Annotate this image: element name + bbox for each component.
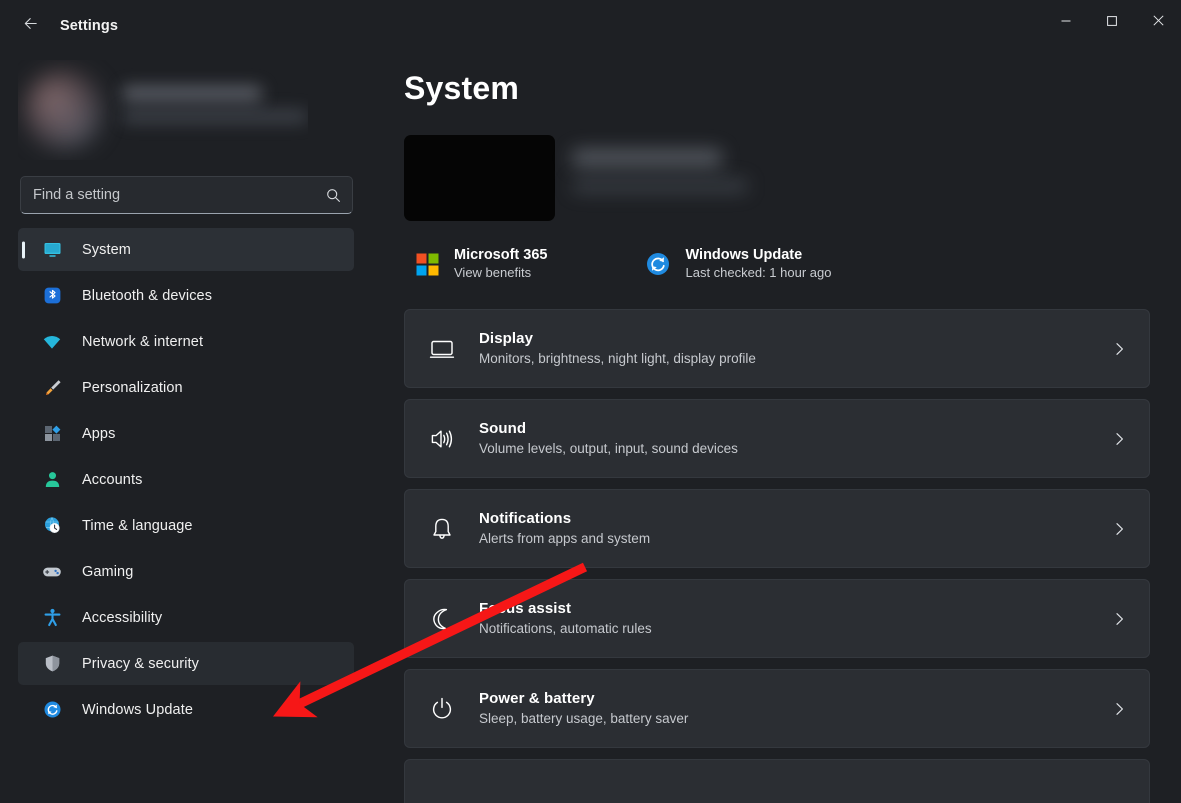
- sidebar-item-label: System: [82, 241, 131, 258]
- sidebar-item-label: Gaming: [82, 563, 134, 580]
- clock-globe-icon: [42, 516, 62, 536]
- sidebar-item-personalization[interactable]: Personalization: [18, 366, 354, 409]
- minimize-icon: [1060, 14, 1072, 32]
- device-name-blurred: [572, 149, 722, 167]
- settings-card-subtitle: Notifications, automatic rules: [479, 621, 652, 636]
- maximize-icon: [1106, 14, 1118, 32]
- sidebar-item-privacy-security[interactable]: Privacy & security: [18, 642, 354, 685]
- search-icon[interactable]: [314, 177, 352, 213]
- sidebar-item-label: Personalization: [82, 379, 183, 396]
- sidebar-item-time-language[interactable]: Time & language: [18, 504, 354, 547]
- user-profile-redacted[interactable]: [18, 60, 308, 160]
- settings-card-sound[interactable]: Sound Volume levels, output, input, soun…: [404, 399, 1150, 478]
- microsoft-logo-icon: [412, 249, 442, 279]
- app-title: Settings: [60, 18, 118, 34]
- monitor-icon: [42, 240, 62, 260]
- settings-window: Settings Find a setting System Bluetooth…: [0, 0, 1181, 803]
- sidebar-item-windows-update[interactable]: Windows Update: [18, 688, 354, 731]
- bluetooth-icon: [42, 286, 62, 306]
- bell-icon: [427, 514, 457, 544]
- power-icon: [427, 694, 457, 724]
- user-email-blurred: [122, 110, 308, 123]
- paintbrush-icon: [42, 378, 62, 398]
- sidebar-item-label: Network & internet: [82, 333, 204, 350]
- chevron-right-icon[interactable]: [1112, 431, 1127, 446]
- update-refresh-icon: [643, 249, 673, 279]
- settings-card-power-battery[interactable]: Power & battery Sleep, battery usage, ba…: [404, 669, 1150, 748]
- info-card-row: Microsoft 365 View benefits Windows Upda…: [404, 241, 1181, 287]
- sidebar-item-network-internet[interactable]: Network & internet: [18, 320, 354, 363]
- sidebar-item-accessibility[interactable]: Accessibility: [18, 596, 354, 639]
- sidebar-item-bluetooth-devices[interactable]: Bluetooth & devices: [18, 274, 354, 317]
- search-box[interactable]: [20, 176, 353, 214]
- sidebar-item-label: Time & language: [82, 517, 193, 534]
- sidebar-item-system[interactable]: System: [18, 228, 354, 271]
- settings-card-title: Sound: [479, 420, 527, 437]
- accessibility-icon: [42, 608, 62, 628]
- info-card-subtitle: Last checked: 1 hour ago: [685, 265, 832, 280]
- settings-card-title: Notifications: [479, 510, 572, 527]
- window-controls: [1043, 0, 1181, 46]
- apps-icon: [42, 424, 62, 444]
- settings-card-subtitle: Alerts from apps and system: [479, 531, 651, 546]
- back-button[interactable]: [10, 10, 50, 42]
- settings-card-title: Power & battery: [479, 690, 595, 707]
- settings-card-subtitle: Monitors, brightness, night light, displ…: [479, 351, 756, 366]
- close-button[interactable]: [1135, 0, 1181, 46]
- settings-card-subtitle: Sleep, battery usage, battery saver: [479, 711, 689, 726]
- user-avatar-blurred: [24, 70, 104, 150]
- device-hero: [404, 135, 804, 227]
- speaker-icon: [427, 424, 457, 454]
- windows-update-card[interactable]: Windows Update Last checked: 1 hour ago: [637, 241, 845, 287]
- settings-card-next-partial[interactable]: [404, 759, 1150, 803]
- sidebar-nav: System Bluetooth & devices Network & int…: [0, 228, 372, 731]
- search-input[interactable]: [21, 177, 314, 213]
- monitor-outline-icon: [427, 334, 457, 364]
- chevron-right-icon[interactable]: [1112, 341, 1127, 356]
- sidebar-item-label: Privacy & security: [82, 655, 200, 672]
- chevron-right-icon[interactable]: [1112, 701, 1127, 716]
- shield-icon: [42, 654, 62, 674]
- sidebar-item-label: Accounts: [82, 471, 143, 488]
- settings-card-list: Display Monitors, brightness, night ligh…: [404, 309, 1150, 803]
- settings-card-notifications[interactable]: Notifications Alerts from apps and syste…: [404, 489, 1150, 568]
- microsoft-365-card[interactable]: Microsoft 365 View benefits: [406, 241, 561, 287]
- page-title: System: [404, 70, 520, 106]
- info-card-title: Microsoft 365: [454, 247, 548, 263]
- sidebar-item-label: Apps: [82, 425, 116, 442]
- settings-card-subtitle: Volume levels, output, input, sound devi…: [479, 441, 738, 456]
- settings-card-title: Focus assist: [479, 600, 572, 617]
- title-bar: Settings: [0, 0, 1181, 52]
- sidebar-item-label: Accessibility: [82, 609, 163, 626]
- main-content: System Microsoft 365 View benefits Windo…: [372, 52, 1181, 803]
- settings-card-focus-assist[interactable]: Focus assist Notifications, automatic ru…: [404, 579, 1150, 658]
- sidebar-item-label: Bluetooth & devices: [82, 287, 213, 304]
- moon-icon: [427, 604, 457, 634]
- settings-card-display[interactable]: Display Monitors, brightness, night ligh…: [404, 309, 1150, 388]
- sidebar-item-accounts[interactable]: Accounts: [18, 458, 354, 501]
- chevron-right-icon[interactable]: [1112, 611, 1127, 626]
- device-thumbnail: [404, 135, 555, 221]
- sidebar-item-apps[interactable]: Apps: [18, 412, 354, 455]
- settings-card-title: Display: [479, 330, 534, 347]
- back-arrow-icon: [22, 15, 39, 37]
- maximize-button[interactable]: [1089, 0, 1135, 46]
- minimize-button[interactable]: [1043, 0, 1089, 46]
- info-card-title: Windows Update: [685, 247, 803, 263]
- info-card-subtitle: View benefits: [454, 265, 532, 280]
- sidebar-item-label: Windows Update: [82, 701, 194, 718]
- update-refresh-icon: [42, 700, 62, 720]
- sidebar-item-gaming[interactable]: Gaming: [18, 550, 354, 593]
- person-icon: [42, 470, 62, 490]
- user-name-blurred: [122, 86, 262, 101]
- gamepad-icon: [42, 562, 62, 582]
- close-icon: [1152, 14, 1165, 32]
- sidebar: System Bluetooth & devices: [0, 52, 372, 803]
- chevron-right-icon[interactable]: [1112, 521, 1127, 536]
- device-model-blurred: [572, 179, 748, 193]
- wifi-icon: [42, 332, 62, 352]
